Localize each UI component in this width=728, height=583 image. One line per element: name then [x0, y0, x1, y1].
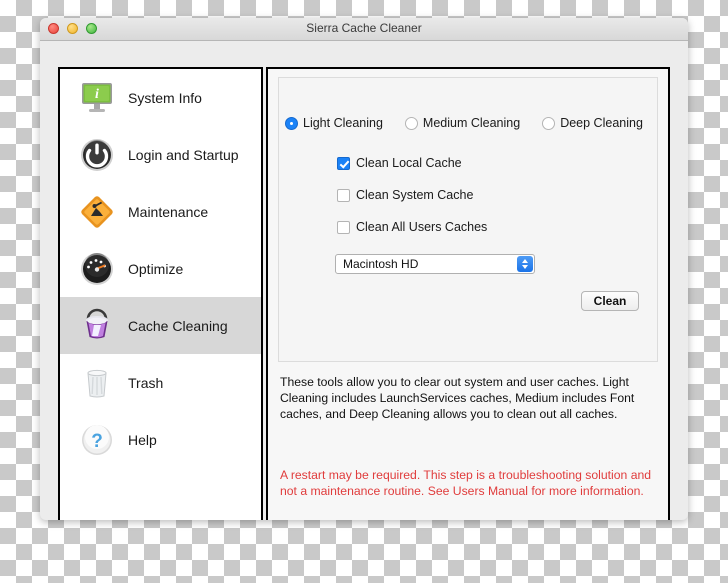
sidebar-item-label: Cache Cleaning: [128, 317, 228, 334]
content-panel: Light Cleaning Medium Cleaning Deep Clea…: [266, 67, 670, 520]
volume-select[interactable]: Macintosh HD: [335, 254, 535, 274]
cleaning-options-group: Light Cleaning Medium Cleaning Deep Clea…: [278, 77, 658, 362]
radio-light-cleaning[interactable]: Light Cleaning: [285, 116, 383, 130]
sidebar-item-label: System Info: [128, 89, 202, 106]
clean-button[interactable]: Clean: [581, 291, 639, 311]
checkbox-indicator-local: [337, 156, 350, 170]
power-button-icon: [78, 136, 116, 174]
monitor-info-icon: i: [78, 79, 116, 117]
checkbox-clean-all-users-caches[interactable]: Clean All Users Caches: [337, 220, 487, 234]
sidebar-item-label: Trash: [128, 374, 164, 391]
radio-label: Deep Cleaning: [560, 116, 643, 130]
svg-text:i: i: [95, 87, 99, 102]
radio-indicator-light: [285, 116, 298, 130]
sidebar-item-label: Maintenance: [128, 203, 209, 220]
app-window: Sierra Cache Cleaner i System Info Login…: [40, 18, 688, 520]
radio-label: Light Cleaning: [303, 116, 383, 130]
radio-indicator-medium: [404, 116, 418, 130]
sidebar-item-maintenance[interactable]: Maintenance: [60, 183, 261, 240]
volume-selected-value: Macintosh HD: [343, 257, 419, 271]
screenshot-canvas: Sierra Cache Cleaner i System Info Login…: [0, 0, 728, 583]
radio-medium-cleaning[interactable]: Medium Cleaning: [404, 116, 521, 130]
sidebar-item-cache-cleaning[interactable]: Cache Cleaning: [60, 297, 261, 354]
checkbox-clean-system-cache[interactable]: Clean System Cache: [337, 188, 473, 202]
trash-can-icon: [78, 364, 116, 402]
description-text: These tools allow you to clear out syste…: [280, 375, 635, 421]
radio-deep-cleaning[interactable]: Deep Cleaning: [542, 116, 643, 130]
stepper-arrows-icon[interactable]: [517, 256, 533, 272]
checkbox-clean-local-cache[interactable]: Clean Local Cache: [337, 156, 462, 170]
sidebar-item-trash[interactable]: Trash: [60, 354, 261, 411]
checkbox-indicator-all-users: [337, 220, 350, 234]
checkbox-label: Clean All Users Caches: [356, 220, 488, 234]
sidebar-item-optimize[interactable]: Optimize: [60, 240, 261, 297]
checkbox-label: Clean System Cache: [356, 188, 474, 202]
radio-label: Medium Cleaning: [422, 116, 521, 130]
sidebar-item-login-and-startup[interactable]: Login and Startup: [60, 126, 261, 183]
warning-text: A restart may be required. This step is …: [280, 468, 652, 498]
speedometer-icon: [78, 250, 116, 288]
checkbox-label: Clean Local Cache: [356, 156, 462, 170]
checkbox-indicator-system: [337, 188, 350, 202]
sidebar: i System Info Login and Startup Maintena…: [58, 67, 263, 520]
window-titlebar: Sierra Cache Cleaner: [40, 18, 688, 41]
sidebar-item-label: Optimize: [128, 260, 184, 277]
window-title: Sierra Cache Cleaner: [306, 21, 422, 35]
svg-text:?: ?: [91, 431, 103, 452]
chevron-down-icon: [522, 265, 528, 269]
question-mark-icon: ?: [78, 421, 116, 459]
chevron-up-icon: [522, 259, 528, 263]
sidebar-item-system-info[interactable]: i System Info: [60, 69, 261, 126]
radio-indicator-deep: [542, 116, 556, 130]
cleaning-mode-radio-group: Light Cleaning Medium Cleaning Deep Clea…: [285, 116, 651, 130]
sidebar-item-label: Login and Startup: [128, 146, 239, 163]
window-body: i System Info Login and Startup Maintena…: [40, 41, 688, 520]
roadwork-sign-icon: [78, 193, 116, 231]
sidebar-item-help[interactable]: ? Help: [60, 411, 261, 468]
cache-bucket-icon: [78, 307, 116, 345]
sidebar-item-label: Help: [128, 431, 157, 448]
